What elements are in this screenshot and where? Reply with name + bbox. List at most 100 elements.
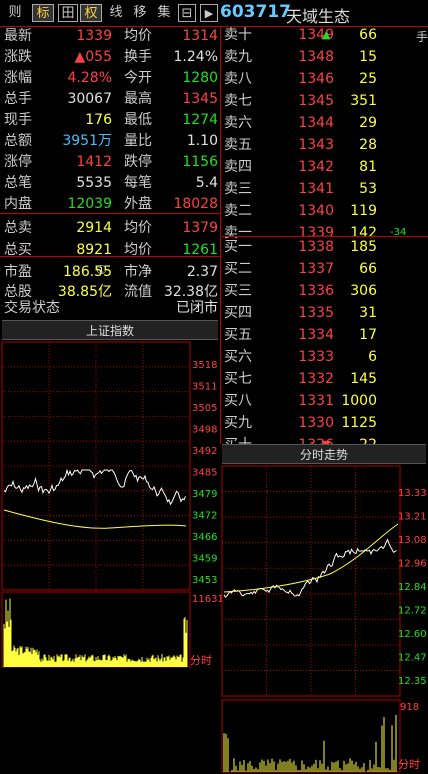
info-value: 1156: [182, 154, 218, 170]
info-row: 内盘 12039 外盘 18028: [0, 194, 220, 215]
x-axis-label: 分时: [398, 758, 420, 771]
sell-level[interactable]: 卖三 1341 53: [222, 178, 428, 200]
info-value: 30067: [67, 91, 112, 107]
toolbar-button-play[interactable]: ▶: [200, 4, 218, 22]
info-row: 市盈 186.55 市净 2.37: [0, 262, 220, 283]
toolbar-button-collapse[interactable]: ⊟: [178, 4, 196, 22]
y-tick-label: 12.35: [398, 676, 427, 687]
info-label: 涨停: [4, 154, 32, 170]
order-volume: 81: [359, 159, 377, 175]
info-row: 总额 3951万 量比 1.10: [0, 131, 220, 152]
buy-level[interactable]: 买五 1334 17: [222, 324, 428, 346]
info-label: 均价: [124, 242, 152, 258]
sell-level[interactable]: 卖六 1344 29: [222, 112, 428, 134]
sell-level[interactable]: 卖九 1348 15: [222, 46, 428, 68]
toolbar-button-xian[interactable]: 线: [106, 4, 126, 22]
info-value: 1345: [182, 91, 218, 107]
sell-level[interactable]: 卖四 1342 81: [222, 156, 428, 178]
order-volume: 66: [359, 261, 377, 277]
info-value: 12039: [67, 196, 112, 212]
info-badge-icon[interactable]: ①: [96, 263, 107, 277]
info-row: 涨停 1412 跌停 1156: [0, 152, 220, 173]
buy-level[interactable]: 买九 1330 1125: [222, 412, 428, 434]
volume-frame: [221, 699, 401, 773]
info-row: 最新 1339 均价 1314: [0, 26, 220, 47]
toolbar-button-yi[interactable]: 移: [130, 4, 150, 22]
toolbar-button-biao[interactable]: 标: [32, 4, 54, 22]
order-level-label: 卖四: [224, 159, 252, 175]
sell-level[interactable]: 卖二 1340 119: [222, 200, 428, 222]
y-tick-label: 3492: [192, 446, 217, 457]
order-price: 1342: [298, 159, 334, 175]
order-volume: 6: [368, 349, 377, 365]
order-level-label: 卖十: [224, 27, 252, 43]
toolbar-button-quan[interactable]: 权: [80, 4, 102, 22]
info-value: 1.24%: [173, 49, 218, 65]
info-value: 5535: [76, 175, 112, 191]
order-level-label: 买二: [224, 261, 252, 277]
y-tick-label: 3498: [192, 425, 217, 436]
info-label: 市盈: [4, 264, 32, 280]
order-level-label: 卖二: [224, 203, 252, 219]
index-chart-title[interactable]: 上证指数: [2, 320, 218, 340]
buy-level[interactable]: 买六 1333 6: [222, 346, 428, 368]
volume-max-label: 918: [400, 702, 419, 713]
info-label: 总笔: [4, 175, 32, 191]
order-volume: 29: [359, 115, 377, 131]
toolbar-button-ze[interactable]: 则: [6, 4, 24, 22]
info-value: 1379: [182, 220, 218, 236]
sell-level[interactable]: 卖七 1345 351: [222, 90, 428, 112]
order-level-label: 卖七: [224, 93, 252, 109]
info-label: 均价: [124, 220, 152, 236]
info-value: 8921: [76, 242, 112, 258]
order-price: 1344: [298, 115, 334, 131]
divider: [222, 236, 428, 237]
intraday-chart: 13.33 13.21 13.08 12.96 12.84 12.72 12.60 12.47…: [221, 465, 427, 773]
sell-level[interactable]: 卖五 1343 28: [222, 134, 428, 156]
buy-level[interactable]: 买四 1335 31: [222, 302, 428, 324]
buy-level[interactable]: 买三 1336 306: [222, 280, 428, 302]
order-level-label: 卖三: [224, 181, 252, 197]
index-price-line: [3, 468, 186, 506]
info-label: 最高: [124, 91, 152, 107]
stock-code: 603717: [220, 2, 291, 22]
order-volume: 15: [359, 49, 377, 65]
intraday-chart-title[interactable]: 分时走势: [222, 444, 426, 464]
order-level-label: 卖五: [224, 137, 252, 153]
info-value: 2914: [76, 220, 112, 236]
sell-level[interactable]: 卖八 1346 25: [222, 68, 428, 90]
info-label: 总手: [4, 91, 32, 107]
info-label: 现手: [4, 112, 32, 128]
y-tick-label: 13.21: [398, 512, 427, 523]
order-level-label: 买五: [224, 327, 252, 343]
info-label: 总卖: [4, 220, 32, 236]
y-tick-label: 3518: [192, 360, 217, 371]
divider: [0, 256, 220, 257]
buy-level[interactable]: 买二 1337 66: [222, 258, 428, 280]
info-value: 1314: [182, 28, 218, 44]
y-tick-label: 3453: [192, 575, 217, 586]
toolbar-button-grid[interactable]: 田: [58, 4, 78, 22]
order-level-label: 卖八: [224, 71, 252, 87]
order-price: 1337: [298, 261, 334, 277]
buy-level[interactable]: 买八 1331 1000: [222, 390, 428, 412]
y-tick-label: 12.72: [398, 606, 427, 617]
order-volume: 351: [350, 93, 377, 109]
order-price: 1346: [298, 71, 334, 87]
info-row: 总买 8921 均价 1261: [0, 240, 220, 261]
info-label: 量比: [124, 133, 152, 149]
sell-level[interactable]: 卖十 1349 ▲ 66: [222, 24, 428, 46]
y-tick-label: 12.84: [398, 582, 427, 593]
order-volume: 17: [359, 327, 377, 343]
info-label: 外盘: [124, 196, 152, 212]
info-label: 最低: [124, 112, 152, 128]
buy-level[interactable]: 买一 1338 185: [222, 236, 428, 258]
buy-level[interactable]: 买七 1332 145: [222, 368, 428, 390]
info-label: 内盘: [4, 196, 32, 212]
order-volume: 145: [350, 371, 377, 387]
order-level-label: 卖六: [224, 115, 252, 131]
info-label: 涨幅: [4, 70, 32, 86]
info-row: 现手 176 最低 1274: [0, 110, 220, 131]
toolbar-button-ji[interactable]: 集: [154, 4, 174, 22]
order-price: 1343: [298, 137, 334, 153]
